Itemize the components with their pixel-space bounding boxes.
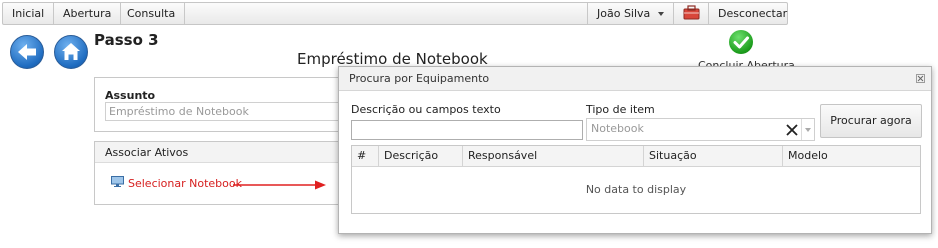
annotation-arrow: [233, 180, 326, 190]
chevron-down-icon: [658, 12, 665, 16]
dialog-title: Procura por Equipamento: [339, 67, 931, 91]
associar-ativos-header: Associar Ativos: [95, 142, 353, 163]
col-modelo[interactable]: Modelo: [783, 146, 920, 166]
assunto-input[interactable]: Empréstimo de Notebook: [105, 102, 345, 121]
assunto-label: Assunto: [105, 89, 156, 102]
selecionar-notebook-link[interactable]: Selecionar Notebook: [128, 177, 242, 190]
close-icon[interactable]: [916, 74, 925, 83]
top-nav: Inicial Abertura Consulta João Silva Des…: [2, 2, 788, 25]
associar-ativos-panel: Associar Ativos Selecionar Notebook: [94, 141, 354, 205]
empty-message: No data to display: [585, 183, 687, 196]
arrow-left-icon: [18, 44, 36, 60]
nav-consulta[interactable]: Consulta: [118, 3, 186, 24]
monitor-icon: [111, 176, 124, 187]
results-grid: # Descrição Responsável Situação Modelo …: [351, 145, 921, 214]
descricao-label: Descrição ou campos texto: [351, 103, 501, 116]
assunto-panel: Assunto Empréstimo de Notebook: [94, 77, 354, 132]
col-descricao[interactable]: Descrição: [379, 146, 463, 166]
home-button[interactable]: [54, 35, 88, 69]
chevron-down-icon[interactable]: [801, 119, 815, 140]
tipo-item-value: Notebook: [591, 122, 644, 135]
grid-header: # Descrição Responsável Situação Modelo: [352, 146, 920, 167]
descricao-input[interactable]: [351, 120, 583, 140]
toolbox-icon: [683, 5, 700, 20]
user-name: João Silva: [597, 7, 651, 20]
procurar-agora-button[interactable]: Procurar agora: [820, 104, 922, 138]
disconnect-button[interactable]: Desconectar: [708, 3, 787, 24]
home-icon: [62, 43, 80, 60]
tipo-item-combo[interactable]: Notebook: [586, 118, 815, 141]
col-situacao[interactable]: Situação: [644, 146, 783, 166]
step-label: Passo 3: [94, 31, 159, 49]
back-button[interactable]: [10, 35, 44, 69]
procura-equipamento-dialog: Procura por Equipamento Descrição ou cam…: [338, 66, 932, 234]
col-number[interactable]: #: [352, 146, 379, 166]
tipo-item-label: Tipo de item: [586, 103, 655, 116]
check-circle-icon[interactable]: [729, 30, 753, 54]
clear-icon[interactable]: [784, 122, 800, 138]
toolbox-button[interactable]: [673, 3, 708, 24]
user-menu[interactable]: João Silva: [587, 3, 673, 24]
col-responsavel[interactable]: Responsável: [463, 146, 644, 166]
nav-abertura[interactable]: Abertura: [54, 3, 122, 24]
nav-inicial[interactable]: Inicial: [3, 3, 55, 24]
